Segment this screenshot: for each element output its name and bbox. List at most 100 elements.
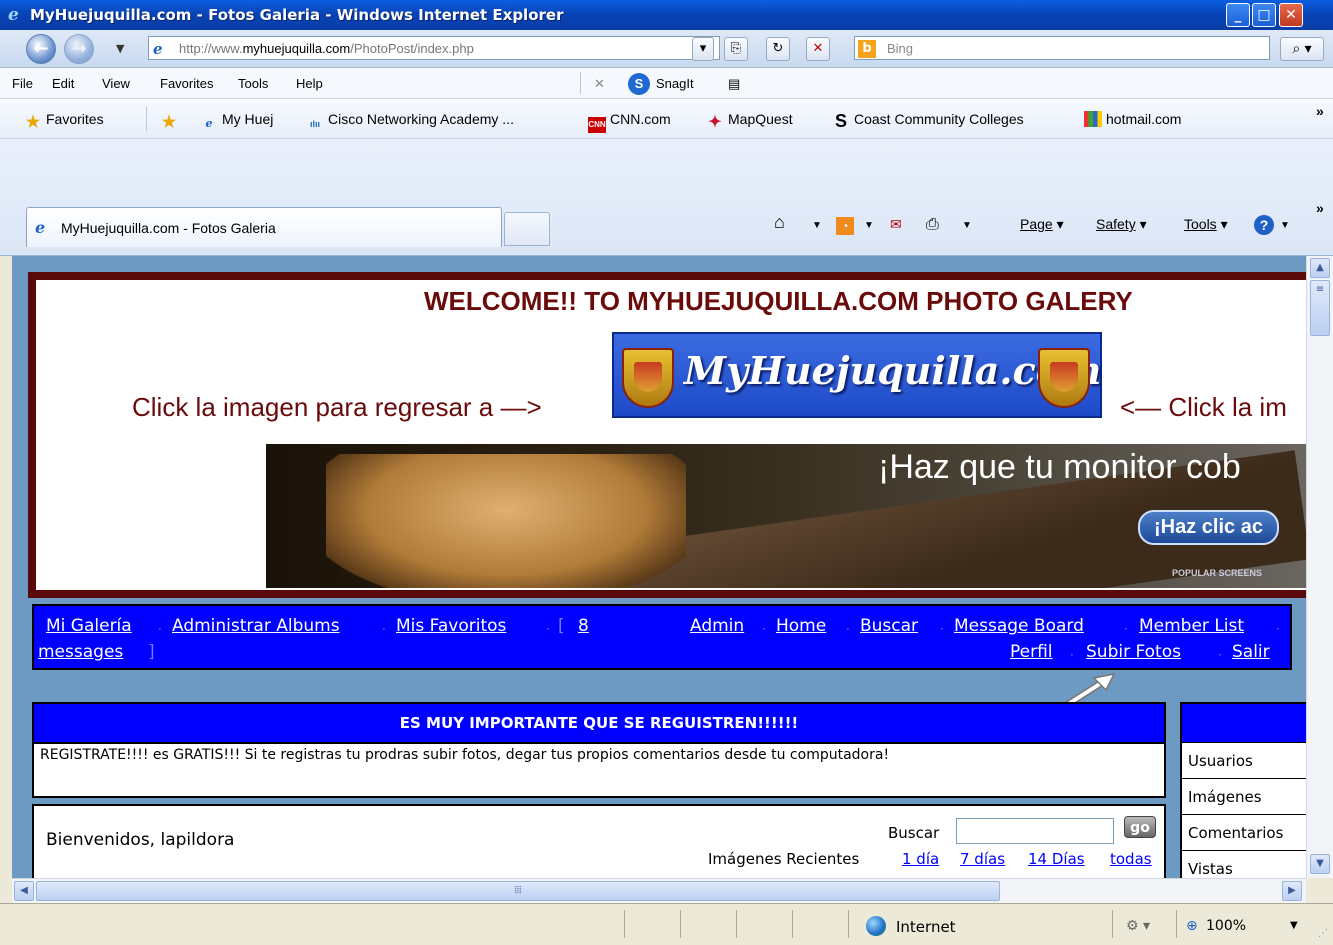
scroll-right-icon[interactable]: ▶ [1282, 881, 1302, 901]
menu-help[interactable]: Help [296, 76, 323, 91]
nav-subir-fotos[interactable]: Subir Fotos [1086, 642, 1181, 662]
nav-admin[interactable]: Admin [690, 616, 744, 636]
click-right-text: <— Click la im [1120, 392, 1287, 422]
divider [1182, 742, 1306, 743]
scroll-up-icon[interactable]: ▲ [1310, 258, 1330, 278]
tools-menu[interactable]: Tools ▾ [1184, 216, 1228, 233]
horizontal-scrollbar[interactable]: ◀ ⦙⦙⦙ ▶ [12, 878, 1306, 903]
feeds-dropdown-icon[interactable]: ▼ [864, 220, 874, 231]
gallery-search-input[interactable] [956, 818, 1114, 844]
fav-item-coast-colleges[interactable]: S Coast Community Colleges [832, 111, 1024, 130]
nav-messages[interactable]: messages [38, 642, 123, 662]
recent-14-dias-link[interactable]: 14 Días [1028, 850, 1085, 868]
menu-view[interactable]: View [102, 76, 130, 91]
menu-divider [580, 72, 581, 94]
nav-mi-galeria[interactable]: Mi Galería [46, 616, 132, 636]
nav-messages-count[interactable]: 8 [578, 616, 589, 636]
resize-grip-icon[interactable]: ⋰ [1318, 928, 1328, 939]
stats-imagenes: Imágenes [1188, 788, 1262, 806]
close-toolbar-icon[interactable]: ✕ [594, 76, 605, 92]
help-icon[interactable]: ? [1254, 215, 1274, 235]
fav-item-hotmail[interactable]: hotmail.com [1084, 111, 1181, 127]
search-button[interactable]: ⌕ ▾ [1280, 37, 1324, 61]
windows-icon [1084, 111, 1102, 127]
nav-separator: · [382, 622, 386, 636]
nav-separator: · [846, 622, 850, 636]
favorites-button[interactable]: ★ Favorites [24, 111, 104, 131]
print-dropdown-icon[interactable]: ▼ [962, 220, 972, 231]
horizontal-scroll-thumb[interactable]: ⦙⦙⦙ [36, 881, 1000, 901]
refresh-icon[interactable]: ↻ [766, 37, 790, 61]
recent-7-dias-link[interactable]: 7 días [960, 850, 1005, 868]
zoom-dropdown-icon[interactable]: ▼ [1290, 920, 1298, 931]
internet-zone-icon [866, 916, 886, 936]
feeds-icon[interactable]: ◔ [836, 217, 854, 235]
snagit-edit-icon[interactable]: ▤ [728, 76, 740, 92]
nav-message-board[interactable]: Message Board [954, 616, 1084, 636]
favorites-more-chevron[interactable]: » [1316, 103, 1324, 119]
new-tab-button[interactable] [504, 212, 550, 246]
minimize-button[interactable]: _ [1226, 3, 1250, 27]
ad-cta-button[interactable]: ¡Haz clic ac [1138, 510, 1279, 545]
home-icon[interactable]: ⌂ [774, 212, 785, 233]
print-icon[interactable]: ⎙ [926, 216, 939, 234]
fav-item-mapquest[interactable]: ✦ MapQuest [706, 111, 792, 131]
menu-edit[interactable]: Edit [52, 76, 74, 91]
recent-pages-dropdown-icon[interactable]: ▼ [116, 42, 124, 55]
nav-perfil[interactable]: Perfil [1010, 642, 1053, 662]
myhuejuquilla-logo-link[interactable]: MyHuejuquilla.com [612, 332, 1102, 418]
advertisement-banner[interactable]: ¡Haz que tu monitor cob ¡Haz clic ac POP… [266, 444, 1306, 588]
maximize-button[interactable]: □ [1252, 3, 1276, 27]
scroll-down-icon[interactable]: ▼ [1310, 854, 1330, 874]
nav-separator: · [546, 622, 550, 636]
fav-label: Cisco Networking Academy ... [328, 111, 514, 127]
compatibility-view-icon[interactable]: ⎘ [724, 37, 748, 61]
window-title: MyHuejuquilla.com - Fotos Galeria - Wind… [30, 6, 564, 24]
nav-administrar-albums[interactable]: Administrar Albums [172, 616, 340, 636]
nav-home[interactable]: Home [776, 616, 826, 636]
nav-mis-favoritos[interactable]: Mis Favoritos [396, 616, 506, 636]
stats-panel: Usuarios Imágenes Comentarios Vistas [1180, 702, 1306, 878]
page-menu[interactable]: Page ▾ [1020, 216, 1064, 233]
menu-file[interactable]: File [12, 76, 33, 91]
scroll-left-icon[interactable]: ◀ [14, 881, 34, 901]
safety-menu[interactable]: Safety ▾ [1096, 216, 1147, 233]
nav-buscar[interactable]: Buscar [860, 616, 918, 636]
snagit-icon[interactable]: S [628, 73, 650, 95]
nav-member-list[interactable]: Member List [1139, 616, 1244, 636]
home-dropdown-icon[interactable]: ▼ [812, 220, 822, 231]
vertical-scroll-thumb[interactable]: ≡ [1310, 280, 1330, 336]
snagit-label[interactable]: SnagIt [656, 76, 694, 91]
recent-1-dia-link[interactable]: 1 día [902, 850, 939, 868]
protected-mode-icon[interactable]: ⚙ ▾ [1126, 918, 1150, 934]
commands-more-chevron[interactable]: » [1316, 200, 1324, 216]
stop-icon[interactable]: ✕ [806, 37, 830, 61]
close-button[interactable]: ✕ [1279, 3, 1303, 27]
bing-icon: b [858, 40, 876, 58]
nav-salir[interactable]: Salir [1232, 642, 1270, 662]
stats-header [1182, 704, 1306, 742]
fav-item-cisco[interactable]: ılıı Cisco Networking Academy ... [306, 111, 514, 132]
forward-button[interactable]: → [64, 34, 94, 64]
back-button[interactable]: ← [26, 34, 56, 64]
address-dropdown-icon[interactable]: ▾ [692, 37, 714, 61]
menu-tools[interactable]: Tools [238, 76, 268, 91]
tab-active[interactable]: e MyHuejuquilla.com - Fotos Galeria [26, 207, 502, 247]
ad-headline: ¡Haz que tu monitor cob [878, 448, 1241, 486]
address-input[interactable]: e http://www.myhuejuquilla.com/PhotoPost… [148, 36, 720, 60]
zoom-icon[interactable]: ⊕ [1186, 918, 1198, 934]
gallery-search-go-button[interactable]: go [1124, 816, 1156, 838]
read-mail-icon[interactable]: ✉ [890, 216, 902, 233]
nav-separator: · [1218, 648, 1222, 662]
ie-logo-icon: e [8, 5, 19, 25]
help-dropdown-icon[interactable]: ▼ [1280, 220, 1290, 231]
recent-todas-link[interactable]: todas [1110, 850, 1152, 868]
search-input[interactable]: b Bing [854, 36, 1270, 60]
add-favorite-icon[interactable]: ★ [160, 111, 182, 131]
vertical-scrollbar[interactable]: ▲ ≡ ▼ [1306, 256, 1333, 878]
zone-label: Internet [896, 918, 956, 936]
menu-favorites[interactable]: Favorites [160, 76, 213, 91]
fav-item-cnn[interactable]: CNN CNN.com [588, 111, 671, 133]
zoom-level[interactable]: 100% [1206, 918, 1246, 934]
fav-item-my-huej[interactable]: e My Huej [200, 111, 274, 132]
